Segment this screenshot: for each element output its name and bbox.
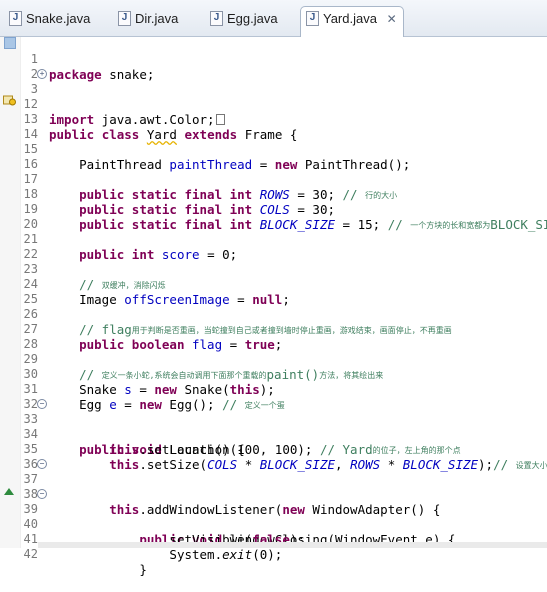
tab-label: Dir.java — [135, 11, 179, 26]
tab-label: Yard.java — [323, 11, 377, 26]
tab-snake-java[interactable]: J Snake.java — [4, 7, 102, 33]
tab-yard-java[interactable]: J Yard.java ✕ — [300, 6, 404, 37]
code-text: (0); — [252, 547, 283, 562]
code-line: 36 — [0, 442, 547, 471]
code-line: 13 public class Yard extends Frame { — [0, 97, 547, 142]
code-line: 24 Image offScreenImage = null; — [0, 262, 547, 307]
code-line: 39 − public void windowClosing(WindowEve… — [0, 487, 547, 547]
fold-expand-icon[interactable]: + — [37, 69, 47, 79]
code-text: exit — [222, 547, 253, 562]
tab-egg-java[interactable]: J Egg.java — [205, 7, 293, 33]
code-line: 27 public boolean flag = true; — [0, 307, 547, 352]
java-file-icon: J — [9, 11, 22, 26]
code-line: 22 — [0, 232, 547, 261]
code-line: 30 Snake s = new Snake(this); — [0, 352, 547, 397]
fold-collapse-icon[interactable]: − — [37, 459, 47, 469]
code-line: 21 public int score = 0; — [0, 217, 547, 262]
code-line: 19 public static final int BLOCK_SIZE = … — [0, 187, 547, 232]
code-line: 17 public static final int ROWS = 30; //… — [0, 157, 547, 202]
code-line: 33 − public void Launch() { — [0, 397, 547, 457]
java-file-icon: J — [306, 11, 319, 26]
editor-tab-bar: J Snake.java J Dir.java J Egg.java J Yar… — [0, 0, 547, 37]
code-text: System. — [169, 547, 223, 562]
code-line: 41 System.exit(0); — [0, 517, 547, 562]
code-line: 2 — [0, 52, 547, 81]
code-line: 38 — [0, 472, 547, 501]
code-line: 12 — [0, 82, 547, 111]
line-number: 42 — [23, 547, 38, 561]
tab-label: Egg.java — [227, 11, 278, 26]
close-icon[interactable]: ✕ — [387, 7, 397, 31]
fold-collapse-icon[interactable]: − — [37, 489, 47, 499]
java-file-icon: J — [118, 11, 131, 26]
code-line: 15 PaintThread paintThread = new PaintTh… — [0, 127, 547, 172]
code-line: 37 − this.addWindowListener(new WindowAd… — [0, 457, 547, 517]
code-line: 35 this.setSize(COLS * BLOCK_SIZE, ROWS … — [0, 427, 547, 472]
code-line: 25 — [0, 277, 547, 306]
horizontal-scrollbar[interactable] — [38, 542, 547, 548]
code-line: 31 Egg e = new Egg(); // 定义一个蛋 — [0, 367, 547, 412]
code-line: 28 — [0, 322, 547, 351]
tab-label: Snake.java — [26, 11, 91, 26]
code-line: 16 — [0, 142, 547, 171]
java-file-icon: J — [210, 11, 223, 26]
code-line: 29 // 定义一条小蛇,系统会自动调用下面那个重载的paint()方法，将其绘… — [0, 337, 547, 382]
code-line: 34 this.setLocation(100, 100); // Yard的位… — [0, 412, 547, 457]
code-line: 20 — [0, 202, 547, 231]
code-line: 32 — [0, 382, 547, 411]
code-line: 3 + import java.awt.Color; — [0, 67, 547, 127]
code-line: 18 public static final int COLS = 30; — [0, 172, 547, 217]
tab-dir-java[interactable]: J Dir.java — [113, 7, 193, 33]
code-text: } — [139, 562, 147, 577]
code-line: 1 package snake; — [0, 37, 547, 82]
code-editor[interactable]: 1 package snake; 2 3 + import java.awt.C… — [0, 37, 547, 577]
code-line: 40 setVisible(false); — [0, 502, 547, 547]
fold-collapse-icon[interactable]: − — [37, 399, 47, 409]
code-line: 14 — [0, 112, 547, 141]
code-line: 23 // 双缓冲，消除闪烁 — [0, 247, 547, 292]
code-line: 26 // flag用于判断是否重画，当蛇撞到自己或者撞到墙时停止重画，游戏结束… — [0, 292, 547, 337]
